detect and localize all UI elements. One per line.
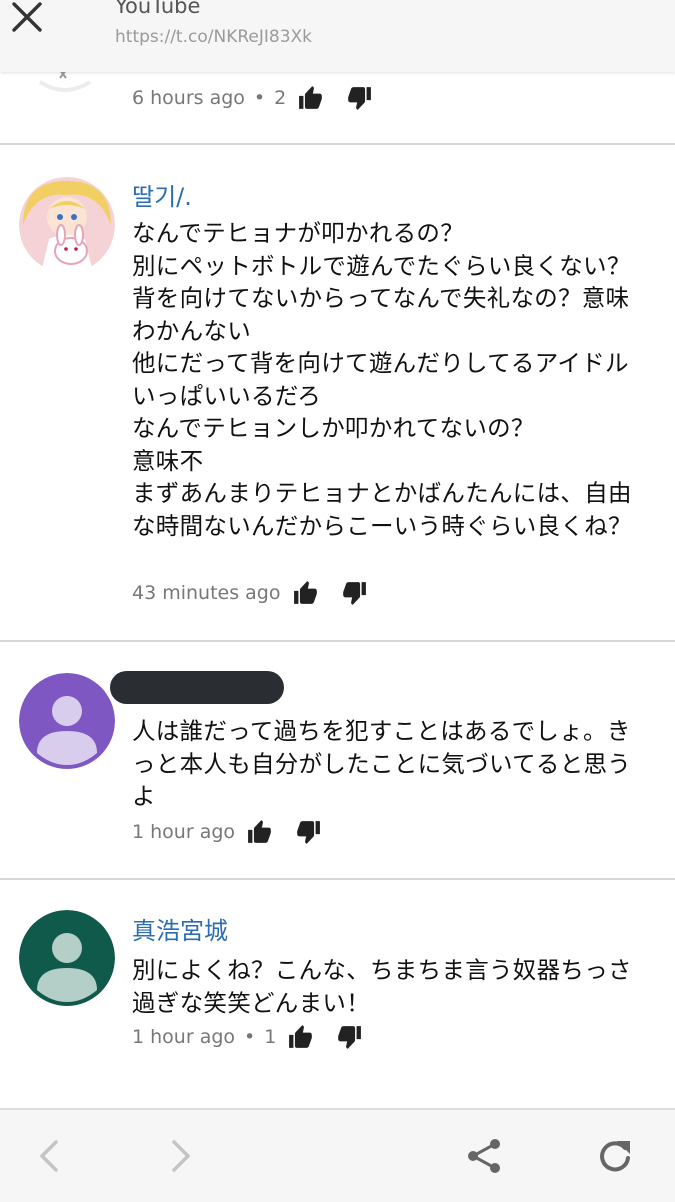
thumbs-up-icon[interactable] (247, 819, 273, 845)
comment-author[interactable]: 딸기/. (132, 177, 192, 212)
page-url: https://t.co/NKReJI83Xk (115, 27, 313, 47)
meta-separator: • (244, 1026, 256, 1048)
like-count: 1 (264, 1026, 277, 1048)
comment-time: 1 hour ago (132, 1026, 236, 1048)
chevron-right-icon[interactable] (160, 1136, 200, 1176)
comment-text: 人は誰だって過ちを犯すことはあるでしょ。きっと本人も自分がしたことに気づいてると… (132, 717, 632, 810)
thumbs-up-icon[interactable] (298, 85, 324, 111)
avatar[interactable] (19, 910, 115, 1006)
comment-time: 6 hours ago (132, 87, 245, 109)
thumbs-up-icon[interactable] (288, 1024, 314, 1050)
thumbs-down-icon[interactable] (336, 1024, 362, 1050)
comment-author[interactable]: 真浩宮城 (132, 911, 228, 946)
thumbs-down-icon[interactable] (346, 85, 372, 111)
avatar[interactable] (19, 673, 115, 769)
comment-meta: 6 hours ago • 2 (132, 83, 372, 113)
meta-separator: • (253, 87, 266, 109)
comment: 人は誰だって過ちを犯すことはあるでしょ。きっと本人も自分がしたことに気づいてると… (0, 642, 675, 878)
thumbs-down-icon[interactable] (341, 580, 367, 606)
comment-meta: 43 minutes ago (132, 578, 367, 608)
comment: 딸기/. なんでテヒョナが叩かれるの？ 別にペットボトルで遊んでたぐらい良くない… (0, 145, 675, 640)
refresh-icon[interactable] (594, 1136, 634, 1176)
comment-text: なんでテヒョナが叩かれるの？ 別にペットボトルで遊んでたぐらい良くない？背を向け… (132, 219, 632, 540)
comment-text: 別によくね？こんな、ちまちま言う奴器ちっさ過ぎな笑笑どんまい！ (132, 956, 632, 1017)
top-bar: YouTube https://t.co/NKReJI83Xk (0, 0, 675, 72)
redacted-author (110, 671, 284, 704)
close-icon[interactable] (10, 0, 44, 34)
chevron-left-icon[interactable] (30, 1136, 70, 1176)
comment-time: 43 minutes ago (132, 582, 281, 604)
comment-meta: 1 hour ago • 1 (132, 1022, 362, 1052)
bottom-bar (0, 1108, 675, 1202)
like-count: 2 (274, 87, 287, 109)
avatar[interactable] (19, 177, 115, 273)
share-icon[interactable] (464, 1136, 504, 1176)
thumbs-up-icon[interactable] (293, 580, 319, 606)
comment: 真浩宮城 別によくね？こんな、ちまちま言う奴器ちっさ過ぎな笑笑どんまい！ 1 h… (0, 880, 675, 1108)
thumbs-down-icon[interactable] (295, 819, 321, 845)
comment-meta: 1 hour ago (132, 817, 321, 847)
page-title: YouTube (115, 0, 201, 18)
comment-time: 1 hour ago (132, 821, 236, 843)
